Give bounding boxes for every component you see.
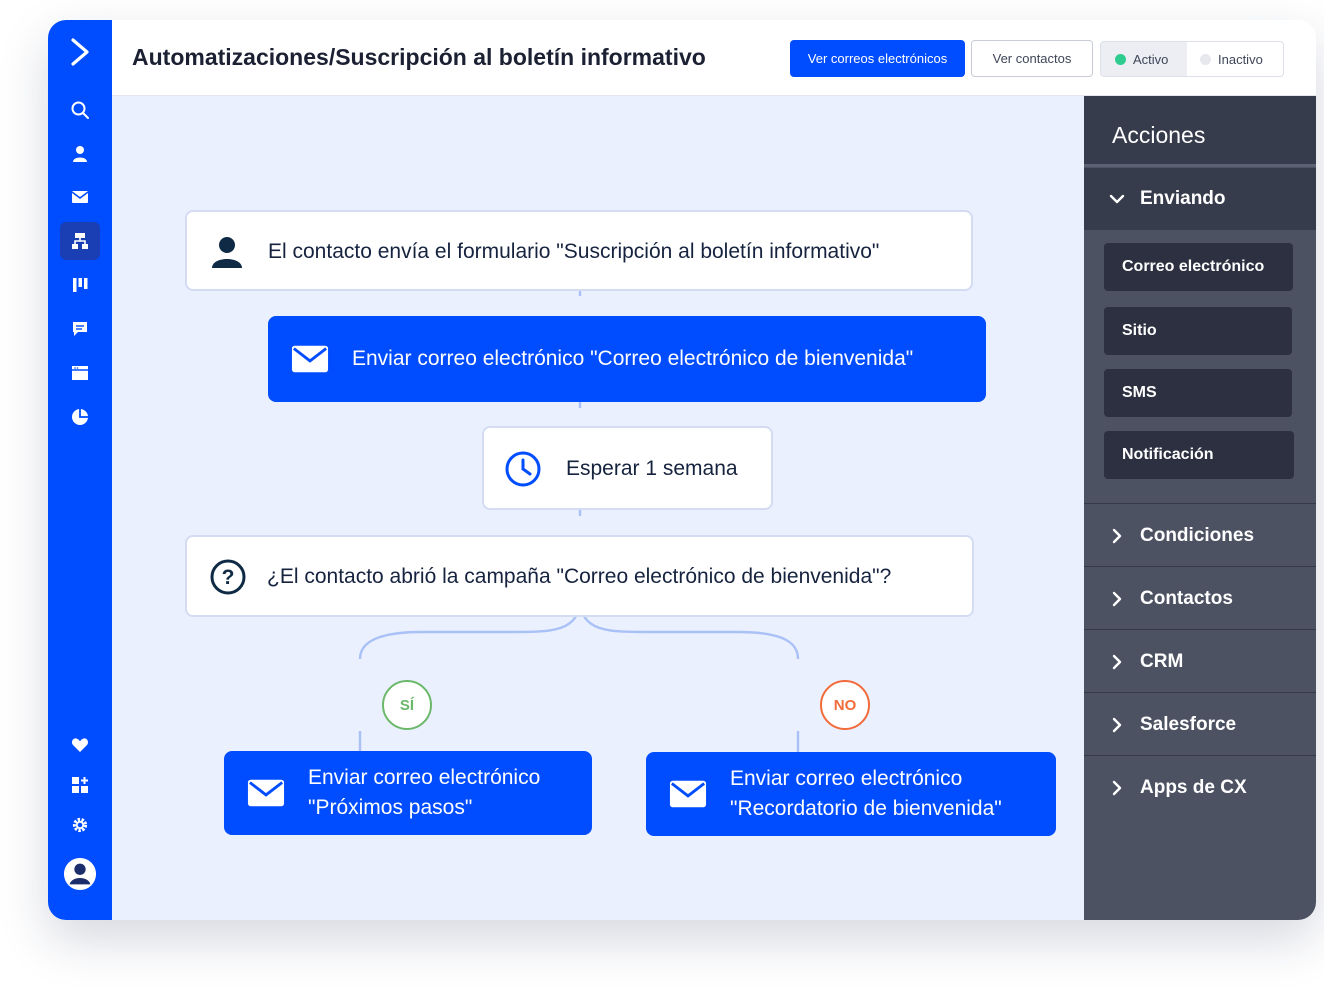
send-email-text: Enviar correo electrónico "Correo electr… (352, 347, 914, 370)
chevron-right-icon (1112, 780, 1122, 796)
chevron-right-icon (1112, 717, 1122, 733)
envelope-icon (246, 777, 286, 809)
yes-action-line2: "Próximos pasos" (308, 796, 473, 819)
section-salesforce[interactable]: Salesforce (1084, 692, 1316, 755)
chevron-right-icon (1112, 591, 1122, 607)
apps-icon[interactable] (60, 766, 100, 804)
reports-icon[interactable] (60, 398, 100, 436)
action-notification[interactable]: Notificación (1104, 431, 1294, 479)
view-contacts-button[interactable]: Ver contactos (971, 40, 1093, 77)
status-toggle: Activo Inactivo (1100, 41, 1284, 77)
section-salesforce-label: Salesforce (1140, 714, 1237, 735)
trigger-node[interactable]: El contacto envía el formulario "Suscrip… (185, 210, 973, 291)
section-sending-label: Enviando (1140, 188, 1226, 209)
section-crm-label: CRM (1140, 651, 1184, 672)
actions-panel-title: Acciones (1112, 122, 1206, 148)
no-action-node[interactable]: Enviar correo electrónico "Recordatorio … (646, 752, 1056, 836)
wait-node[interactable]: Esperar 1 semana (482, 426, 773, 510)
sidebar-nav (48, 20, 112, 920)
conversations-icon[interactable] (60, 310, 100, 348)
section-contacts-label: Contactos (1140, 588, 1233, 609)
contacts-icon[interactable] (60, 135, 100, 173)
chevron-right-icon (1112, 528, 1122, 544)
active-option[interactable]: Activo (1101, 42, 1187, 76)
section-crm[interactable]: CRM (1084, 629, 1316, 692)
automations-icon[interactable] (60, 222, 100, 260)
workflow-canvas[interactable]: El contacto envía el formulario "Suscrip… (112, 96, 1084, 920)
yes-action-node[interactable]: Enviar correo electrónico "Próximos paso… (224, 751, 592, 835)
section-sending[interactable]: Enviando (1084, 168, 1316, 230)
condition-text: ¿El contacto abrió la campaña "Correo el… (267, 565, 892, 588)
inactive-label: Inactivo (1218, 51, 1263, 67)
envelope-icon (290, 342, 330, 376)
chevron-down-icon (1109, 194, 1125, 204)
section-contacts[interactable]: Contactos (1084, 566, 1316, 629)
settings-icon[interactable] (60, 806, 100, 844)
inactive-option[interactable]: Inactivo (1187, 42, 1283, 76)
no-branch-label[interactable]: NO (820, 680, 870, 730)
logo-icon[interactable] (66, 34, 94, 70)
section-cx-apps-label: Apps de CX (1140, 777, 1247, 798)
clock-icon (504, 450, 542, 488)
section-cx-apps[interactable]: Apps de CX (1084, 755, 1316, 818)
action-email[interactable]: Correo electrónico (1104, 243, 1293, 291)
yes-branch-label[interactable]: SÍ (382, 680, 432, 730)
wait-text: Esperar 1 semana (566, 457, 738, 480)
yes-action-line1: Enviar correo electrónico (308, 766, 541, 789)
inactive-dot-icon (1200, 53, 1211, 65)
section-conditions-label: Condiciones (1140, 525, 1255, 546)
svg-text:?: ? (222, 566, 235, 589)
actions-panel-header: Acciones (1084, 96, 1316, 164)
action-sms[interactable]: SMS (1104, 369, 1292, 417)
heart-icon[interactable] (60, 726, 100, 764)
header-bar: Automatizaciones/Suscripción al boletín … (112, 20, 1316, 96)
trigger-text: El contacto envía el formulario "Suscrip… (268, 240, 880, 263)
view-emails-button[interactable]: Ver correos electrónicos (790, 40, 965, 77)
send-email-node[interactable]: Enviar correo electrónico "Correo electr… (268, 316, 986, 402)
condition-node[interactable]: ? ¿El contacto abrió la campaña "Correo … (185, 535, 974, 617)
actions-panel: Acciones Enviando Correo electrónico Sit… (1084, 96, 1316, 920)
page-title: Automatizaciones/Suscripción al boletín … (132, 44, 706, 70)
active-label: Activo (1133, 51, 1169, 67)
search-icon[interactable] (60, 91, 100, 129)
section-conditions[interactable]: Condiciones (1084, 503, 1316, 566)
no-action-line2: "Recordatorio de bienvenida" (730, 797, 1002, 820)
website-icon[interactable] (60, 354, 100, 392)
email-icon[interactable] (60, 178, 100, 216)
app-window: Automatizaciones/Suscripción al boletín … (48, 20, 1316, 920)
person-icon (207, 232, 247, 272)
action-site[interactable]: Sitio (1104, 307, 1292, 355)
panel-divider (1084, 164, 1316, 167)
chevron-right-icon (1112, 654, 1122, 670)
no-action-line1: Enviar correo electrónico (730, 767, 963, 790)
question-icon: ? (209, 558, 247, 596)
envelope-icon (668, 778, 708, 810)
pipelines-icon[interactable] (60, 266, 100, 304)
user-avatar-icon[interactable] (60, 854, 100, 894)
active-dot-icon (1115, 53, 1126, 65)
